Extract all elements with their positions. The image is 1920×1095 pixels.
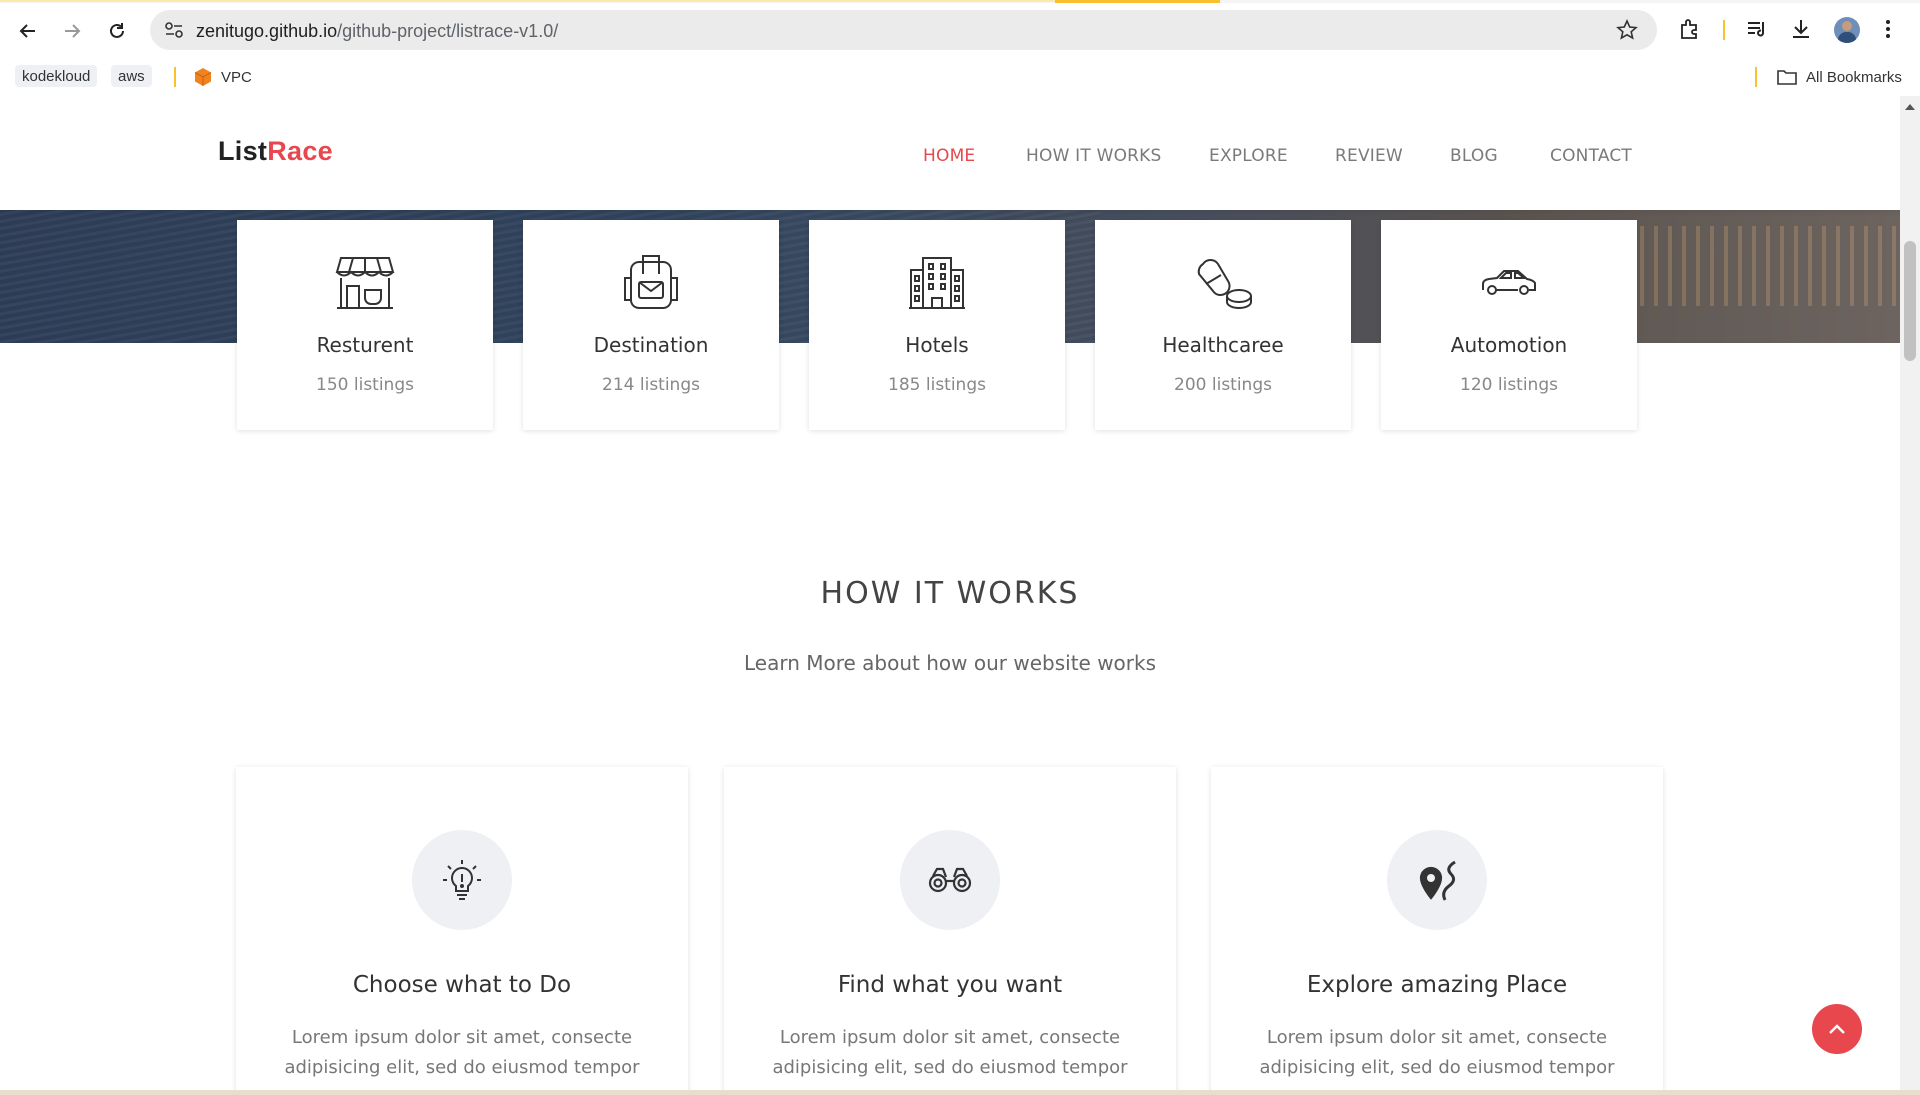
extensions-icon[interactable] — [1678, 17, 1702, 41]
back-button[interactable] — [14, 17, 42, 45]
category-count: 150 listings — [316, 375, 414, 395]
step-text: Lorem ipsum dolor sit amet, consecte adi… — [772, 1027, 1128, 1078]
step-card-explore: Explore amazing Place Lorem ipsum dolor … — [1211, 767, 1663, 1090]
bookmark-vpc-label: VPC — [221, 68, 252, 86]
folder-icon — [1777, 70, 1797, 85]
bookmarks-bar: kodekloud aws VPC All Bookmarks — [0, 58, 1920, 96]
store-icon — [335, 257, 395, 309]
category-name: Destination — [593, 333, 709, 357]
step-icon-circle — [412, 830, 512, 930]
backpack-icon — [624, 255, 678, 309]
category-card-resturent[interactable]: Resturent 150 listings — [237, 220, 493, 430]
url-text: zenitugo.github.io/github-project/listra… — [196, 21, 558, 42]
window-bottom-edge — [0, 1090, 1920, 1095]
profile-avatar[interactable] — [1834, 17, 1860, 43]
scroll-up-arrow-icon[interactable] — [1905, 102, 1915, 110]
browser-toolbar: zenitugo.github.io/github-project/listra… — [0, 3, 1920, 58]
binoculars-icon — [928, 867, 972, 893]
step-title: Find what you want — [837, 972, 1063, 998]
category-count: 214 listings — [602, 375, 700, 395]
category-card-hotels[interactable]: Hotels 185 listings — [809, 220, 1065, 430]
building-icon — [909, 257, 965, 309]
reload-button[interactable] — [103, 17, 131, 45]
nav-review[interactable]: REVIEW — [1335, 146, 1403, 166]
site-info-icon[interactable] — [164, 21, 184, 39]
bookmark-divider — [174, 67, 176, 87]
category-name: Hotels — [905, 333, 969, 357]
url-path: /github-project/listrace-v1.0/ — [337, 21, 559, 41]
all-bookmarks-button[interactable]: All Bookmarks — [1776, 65, 1902, 89]
site-logo[interactable]: ListRace — [218, 136, 333, 167]
site-header: ListRace HOME HOW IT WORKS EXPLORE REVIE… — [0, 96, 1900, 210]
step-icon-circle — [1387, 830, 1487, 930]
step-icon-circle — [900, 830, 1000, 930]
scrollbar-thumb[interactable] — [1904, 241, 1916, 361]
reload-icon — [110, 23, 124, 38]
chevron-up-icon — [1829, 1024, 1845, 1034]
menu-kebab-icon[interactable] — [1882, 17, 1894, 41]
step-title: Explore amazing Place — [1306, 972, 1568, 998]
download-icon[interactable] — [1789, 17, 1813, 41]
nav-how-it-works[interactable]: HOW IT WORKS — [1026, 146, 1162, 166]
bookmark-kodekloud[interactable]: kodekloud — [15, 65, 98, 87]
lightbulb-icon — [443, 860, 481, 900]
nav-explore[interactable]: EXPLORE — [1209, 146, 1288, 166]
pill-icon — [1197, 258, 1252, 310]
map-pin-icon — [1419, 860, 1456, 901]
address-bar[interactable]: zenitugo.github.io/github-project/listra… — [150, 10, 1657, 50]
nav-blog[interactable]: BLOG — [1450, 146, 1498, 166]
bookmark-aws[interactable]: aws — [111, 65, 152, 87]
forward-arrow-icon — [65, 24, 81, 38]
step-card-find: Find what you want Lorem ipsum dolor sit… — [724, 767, 1176, 1090]
category-card-destination[interactable]: Destination 214 listings — [523, 220, 779, 430]
category-count: 120 listings — [1460, 375, 1558, 395]
back-arrow-icon — [19, 24, 35, 38]
all-bookmarks-label: All Bookmarks — [1806, 68, 1902, 86]
media-control-icon[interactable] — [1745, 17, 1769, 41]
bookmark-vpc[interactable]: VPC — [193, 65, 252, 89]
section-subtitle: Learn More about how our website works — [743, 651, 1157, 675]
category-name: Healthcaree — [1162, 333, 1284, 357]
toolbar-divider — [1723, 20, 1725, 40]
step-title: Choose what to Do — [352, 972, 572, 998]
forward-button[interactable] — [58, 17, 86, 45]
bookmark-divider-right — [1755, 67, 1757, 87]
category-name: Resturent — [316, 333, 414, 357]
back-to-top-button[interactable] — [1812, 1004, 1862, 1054]
category-count: 200 listings — [1174, 375, 1272, 395]
logo-text-list: List — [218, 136, 268, 166]
step-text: Lorem ipsum dolor sit amet, consecte adi… — [284, 1027, 640, 1078]
url-host: zenitugo.github.io — [196, 21, 338, 41]
category-card-healthcaree[interactable]: Healthcaree 200 listings — [1095, 220, 1351, 430]
page-viewport: ListRace HOME HOW IT WORKS EXPLORE REVIE… — [0, 96, 1900, 1090]
car-icon — [1482, 270, 1536, 295]
nav-home[interactable]: HOME — [923, 146, 975, 166]
bookmark-star-icon[interactable] — [1616, 19, 1638, 41]
category-count: 185 listings — [888, 375, 986, 395]
category-card-automotion[interactable]: Automotion 120 listings — [1381, 220, 1637, 430]
logo-text-race: Race — [267, 136, 333, 166]
nav-contact[interactable]: CONTACT — [1550, 146, 1632, 166]
step-text: Lorem ipsum dolor sit amet, consecte adi… — [1259, 1027, 1615, 1078]
aws-cube-icon — [194, 68, 212, 86]
step-card-choose: Choose what to Do Lorem ipsum dolor sit … — [236, 767, 688, 1090]
page-scrollbar[interactable] — [1900, 96, 1920, 1090]
category-name: Automotion — [1450, 333, 1568, 357]
section-title: HOW IT WORKS — [820, 576, 1080, 611]
